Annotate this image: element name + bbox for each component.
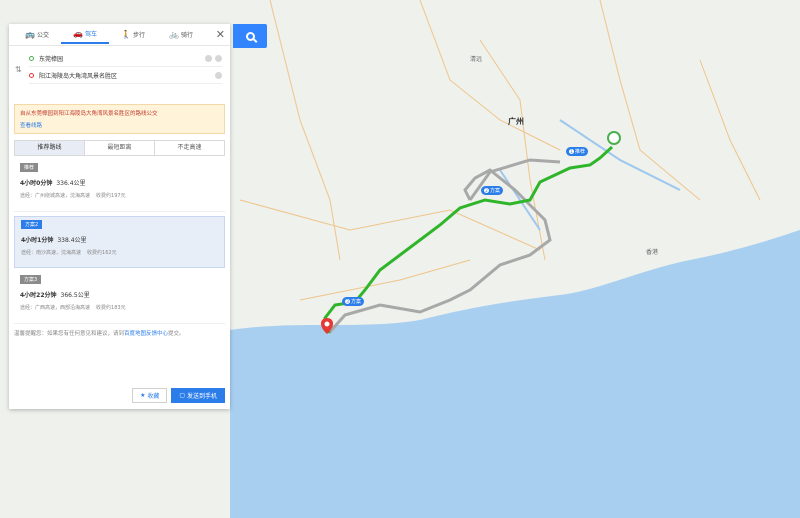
route-plan-1[interactable]: 推荐 4小时0分钟 336.4公里 途经：广州绕城高速，沈海高速 收费约197元 [14,160,225,212]
bike-icon: 🚲 [169,30,179,39]
route-label-plan2[interactable]: 2 方案 [481,186,504,195]
walk-icon: 🚶 [121,30,131,39]
favorite-label: 收藏 [147,393,160,400]
clear-icon[interactable] [215,71,222,79]
start-row[interactable]: 东莞樟园 [29,50,222,67]
action-bar: ★ 收藏 ▢ 发送到手机 [132,388,225,403]
swap-icon[interactable]: ⇅ [15,65,22,74]
mode-label: 公交 [36,32,49,39]
plan-distance: 336.4公里 [56,180,86,187]
plan-tag: 推荐 [20,163,39,172]
mode-label: 骑行 [180,32,193,39]
tab-no-highway[interactable]: 不走高速 [155,141,224,155]
mode-walk[interactable]: 🚶 步行 [109,26,157,44]
mode-bike[interactable]: 🚲 骑行 [157,26,205,44]
route-panel: 🚌 公交 🚗 驾车 🚶 步行 🚲 骑行 ✕ ⇅ 东莞樟园 阳江海陵岛大角湾风景名胜区 自… [9,24,230,409]
end-input[interactable]: 阳江海陵岛大角湾风景名胜区 [39,71,215,80]
plan-toll: 收费约162元 [87,250,117,256]
add-waypoint-icon[interactable] [215,54,222,62]
tab-shortest[interactable]: 最短距离 [85,141,155,155]
feedback-link[interactable]: 百度地图反馈中心 [124,331,168,337]
map-label-guangzhou: 广州 [508,117,524,126]
plan-via: 途经：广西高速，西部沿海高速 [20,305,91,311]
plan-toll: 收费约197元 [96,193,126,199]
search-icon [245,31,255,41]
favorite-button[interactable]: ★ 收藏 [132,388,168,403]
tip-text: 温馨提醒您：如果您有任何意见和建议，请到 [14,331,125,337]
notice-box: 自从东莞樟园到阳江海陵岛大角湾风景名胜区的路线公交 查看线路 [14,104,225,134]
route-label-text: 方案 [490,188,501,194]
mode-label: 步行 [132,32,145,39]
plan-distance: 338.4公里 [57,237,87,244]
tip-suffix: 提交。 [168,331,185,337]
plan-via: 途经：广州绕城高速，沈海高速 [20,193,91,199]
tab-recommended[interactable]: 推荐路线 [15,141,85,155]
start-marker [607,131,621,145]
plan-time: 4小时1分钟 [21,237,54,244]
start-input[interactable]: 东莞樟园 [39,54,205,63]
mode-bus[interactable]: 🚌 公交 [13,26,61,44]
end-dot-icon [29,72,34,78]
route-label-text: 推荐 [575,149,586,155]
plan-via: 途经：南沙高速，沈海高速 [21,250,82,256]
car-icon: 🚗 [73,29,83,38]
plan-toll: 收费约183元 [96,305,126,311]
strategy-tabs: 推荐路线 最短距离 不走高速 [14,140,225,156]
search-button[interactable] [233,24,267,48]
feedback-tip: 温馨提醒您：如果您有任何意见和建议，请到百度地图反馈中心提交。 [14,330,225,352]
plan-tag: 方案2 [21,220,43,229]
notice-link[interactable]: 查看线路 [20,121,219,129]
plan-time: 4小时0分钟 [20,180,53,187]
plan-distance: 366.5公里 [60,292,90,299]
bus-icon: 🚌 [25,30,35,39]
route-inputs: ⇅ 东莞樟园 阳江海陵岛大角湾风景名胜区 [9,46,230,96]
route-label-plan3[interactable]: 3 方案 [342,297,365,306]
map-label-hongkong: 香港 [646,249,659,256]
send-to-phone-button[interactable]: ▢ 发送到手机 [171,388,225,403]
map-label-qingyuan: 清远 [470,56,483,63]
send-label: 发送到手机 [186,393,217,400]
transport-mode-bar: 🚌 公交 🚗 驾车 🚶 步行 🚲 骑行 ✕ [9,24,230,46]
clear-icon[interactable] [205,54,212,62]
phone-icon: ▢ [179,392,187,399]
plan-tag: 方案3 [20,275,42,284]
route-plan-2[interactable]: 方案2 4小时1分钟 338.4公里 途经：南沙高速，沈海高速 收费约162元 [14,216,225,268]
route-label-text: 方案 [351,299,362,305]
notice-warning: 自从东莞樟园到阳江海陵岛大角湾风景名胜区的路线公交 [20,111,158,117]
star-icon: ★ [140,392,148,399]
route-plan-3[interactable]: 方案3 4小时22分钟 366.5公里 途经：广西高速，西部沿海高速 收费约183元 [14,272,225,324]
plan-time: 4小时22分钟 [20,292,57,299]
route-label-recommend[interactable]: 1 推荐 [566,147,589,156]
end-row[interactable]: 阳江海陵岛大角湾风景名胜区 [29,67,222,84]
mode-label: 驾车 [84,31,97,38]
mode-car[interactable]: 🚗 驾车 [61,26,109,44]
close-icon[interactable]: ✕ [216,28,225,41]
start-dot-icon [29,55,34,61]
